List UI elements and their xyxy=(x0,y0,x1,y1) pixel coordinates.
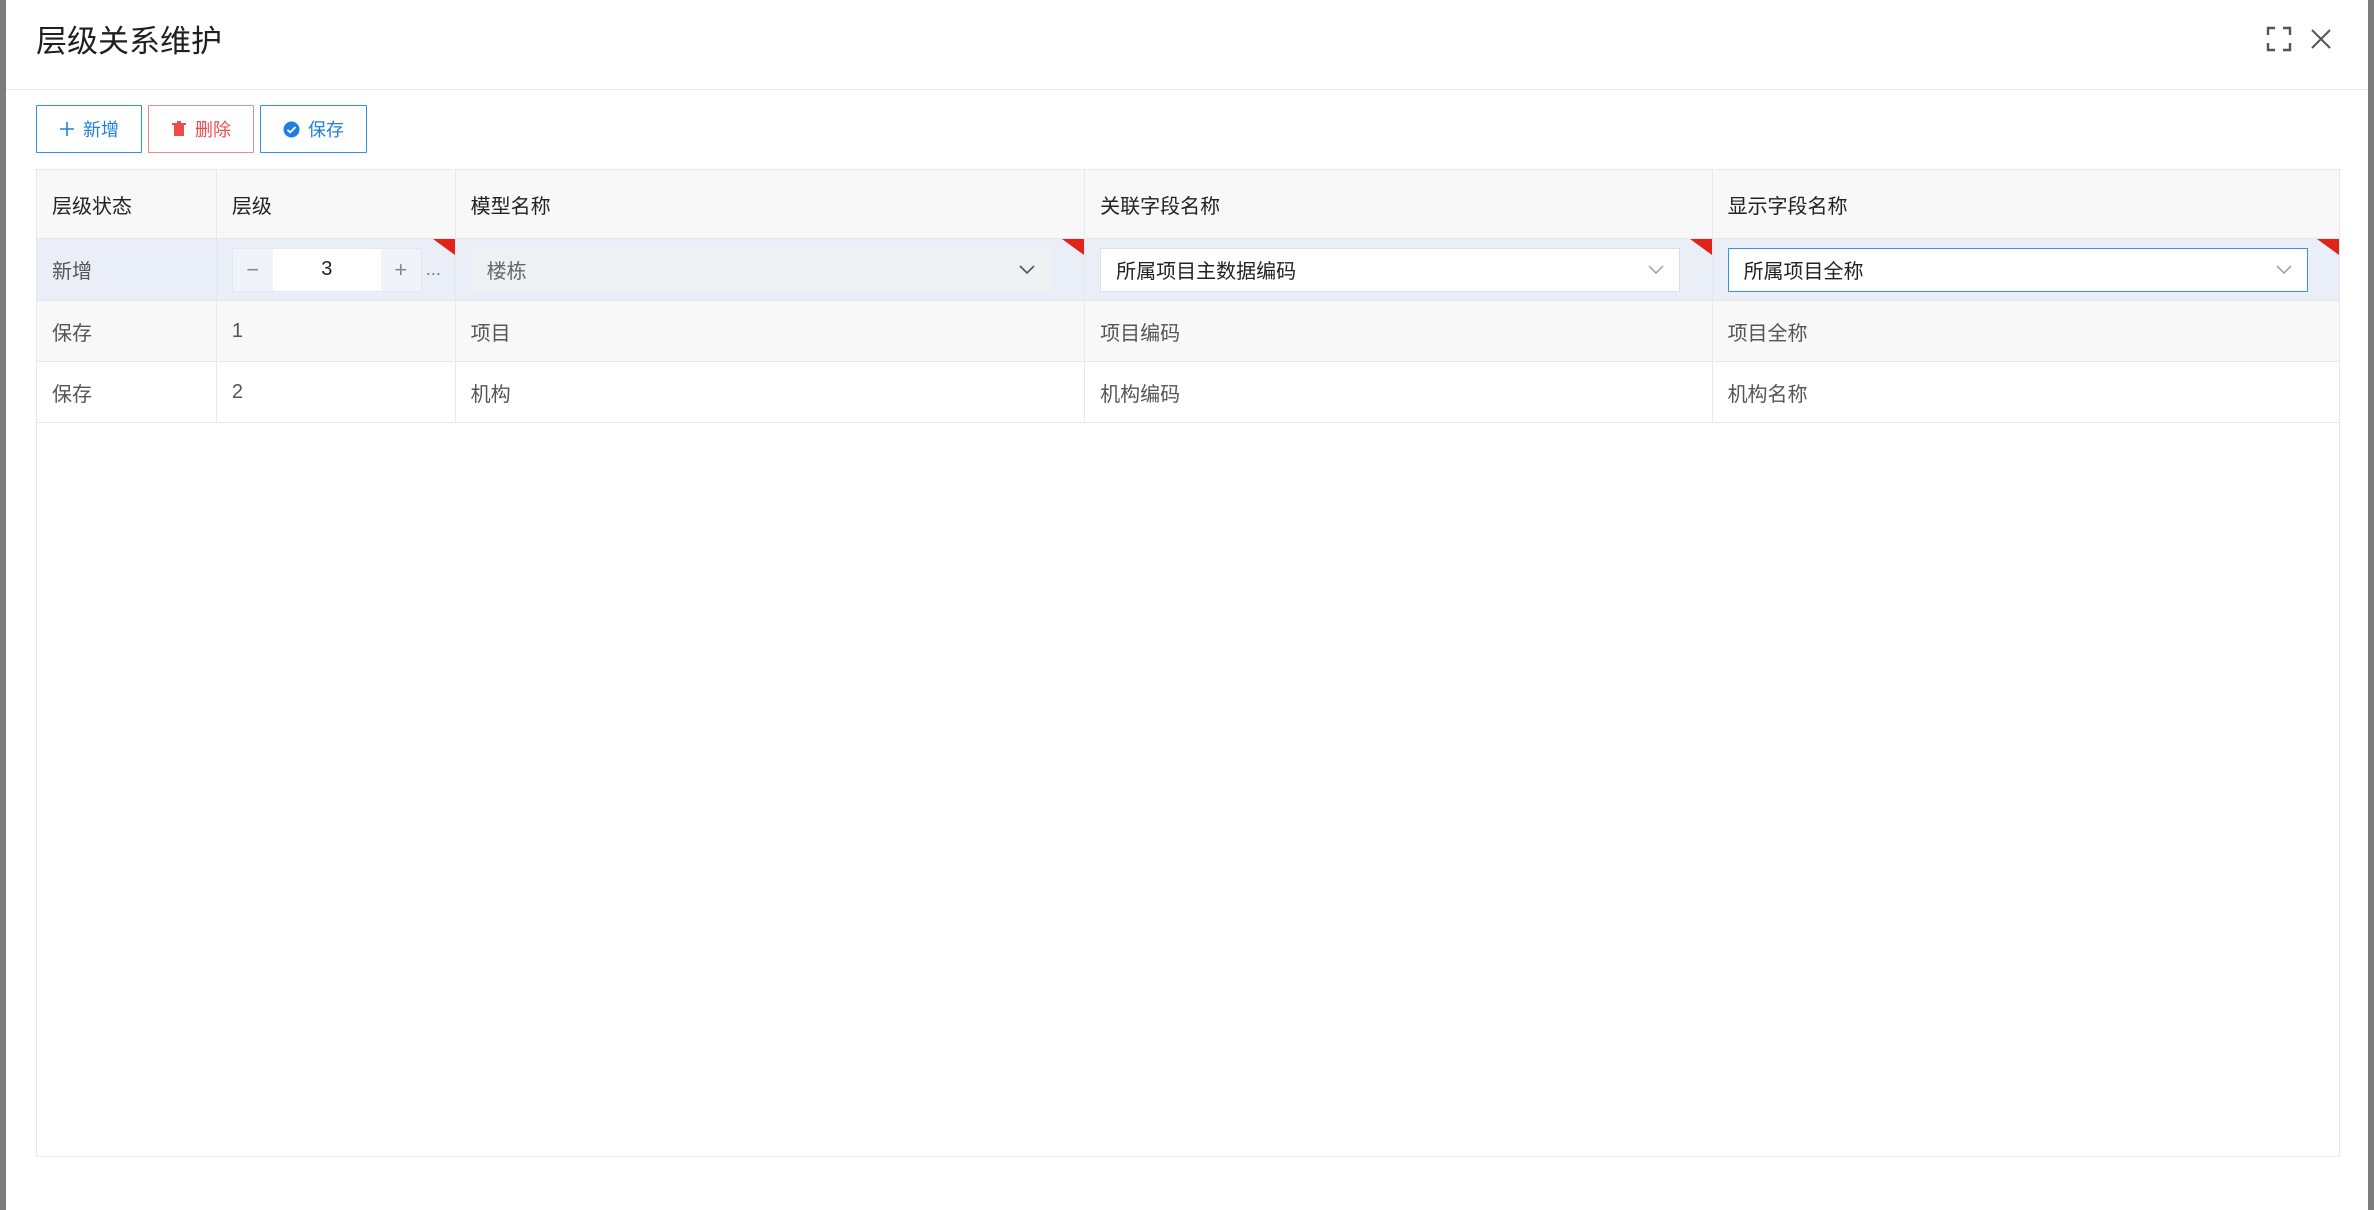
check-circle-icon xyxy=(283,121,300,138)
save-button-label: 保存 xyxy=(308,120,344,140)
chevron-down-icon xyxy=(1648,258,1664,281)
display-field-cell: 所属项目全称 xyxy=(1713,239,2340,300)
required-flag-icon xyxy=(1689,239,1712,255)
model-name-cell: 项目 xyxy=(456,301,1086,361)
fullscreen-icon[interactable] xyxy=(2264,24,2294,54)
display-field-cell: 项目全称 xyxy=(1727,322,1808,345)
hierarchy-table: 层级状态 层级 模型名称 关联字段名称 显示字段名称 新增 − + ... 楼栋 xyxy=(36,169,2340,1157)
toolbar: 新增 删除 保存 xyxy=(36,105,367,153)
delete-button-label: 删除 xyxy=(195,120,231,140)
status-cell: 保存 xyxy=(37,362,217,422)
model-name-cell: 楼栋 xyxy=(456,239,1086,300)
level-cell: − + ... xyxy=(217,239,456,300)
level-stepper[interactable]: − + xyxy=(231,247,422,292)
dialog: 层级关系维护 新增 删除 保存 层级状态 层级 模型名称 关联字段名称 显示字段… xyxy=(6,0,2368,1210)
decrement-button[interactable]: − xyxy=(233,249,273,291)
required-flag-icon xyxy=(2317,239,2340,255)
table-header-row: 层级状态 层级 模型名称 关联字段名称 显示字段名称 xyxy=(37,170,2339,239)
required-flag-icon xyxy=(1062,239,1085,255)
close-icon[interactable] xyxy=(2306,24,2336,54)
dialog-title: 层级关系维护 xyxy=(36,24,222,59)
status-cell: 保存 xyxy=(37,301,217,361)
dialog-header: 层级关系维护 xyxy=(6,0,2368,90)
display-field-select[interactable]: 所属项目全称 xyxy=(1727,247,2308,292)
chevron-down-icon xyxy=(1019,258,1035,281)
table-row[interactable]: 保存 1 项目 项目编码 项目全称 xyxy=(37,301,2339,362)
model-name-value: 楼栋 xyxy=(486,261,527,283)
display-field-value: 所属项目全称 xyxy=(1743,261,1864,283)
overflow-ellipsis: ... xyxy=(425,259,441,279)
add-button-label: 新增 xyxy=(83,120,119,140)
plus-icon xyxy=(59,121,75,137)
link-field-value: 所属项目主数据编码 xyxy=(1116,261,1297,283)
column-header: 关联字段名称 xyxy=(1085,170,1713,238)
level-cell: 1 xyxy=(217,301,456,361)
link-field-cell: 所属项目主数据编码 xyxy=(1085,239,1713,300)
chevron-down-icon xyxy=(2276,258,2292,281)
model-name-select[interactable]: 楼栋 xyxy=(470,247,1051,292)
add-button[interactable]: 新增 xyxy=(36,105,142,153)
column-header: 层级 xyxy=(217,170,456,238)
level-cell: 2 xyxy=(217,362,456,422)
required-flag-icon xyxy=(432,239,455,255)
delete-button[interactable]: 删除 xyxy=(148,105,254,153)
link-field-select[interactable]: 所属项目主数据编码 xyxy=(1100,247,1681,292)
column-header: 显示字段名称 xyxy=(1727,195,1848,218)
table-row-editing[interactable]: 新增 − + ... 楼栋 xyxy=(37,239,2340,301)
display-field-cell: 机构名称 xyxy=(1727,383,1808,406)
column-header: 层级状态 xyxy=(37,170,217,238)
increment-button[interactable]: + xyxy=(381,249,421,291)
status-cell: 新增 xyxy=(37,239,217,300)
save-button[interactable]: 保存 xyxy=(260,105,367,153)
table-row[interactable]: 保存 2 机构 机构编码 机构名称 xyxy=(37,362,2339,423)
link-field-cell: 机构编码 xyxy=(1085,362,1713,422)
link-field-cell: 项目编码 xyxy=(1085,301,1713,361)
level-input[interactable] xyxy=(272,248,381,291)
trash-icon xyxy=(171,121,187,137)
column-header: 模型名称 xyxy=(456,170,1086,238)
model-name-cell: 机构 xyxy=(456,362,1086,422)
